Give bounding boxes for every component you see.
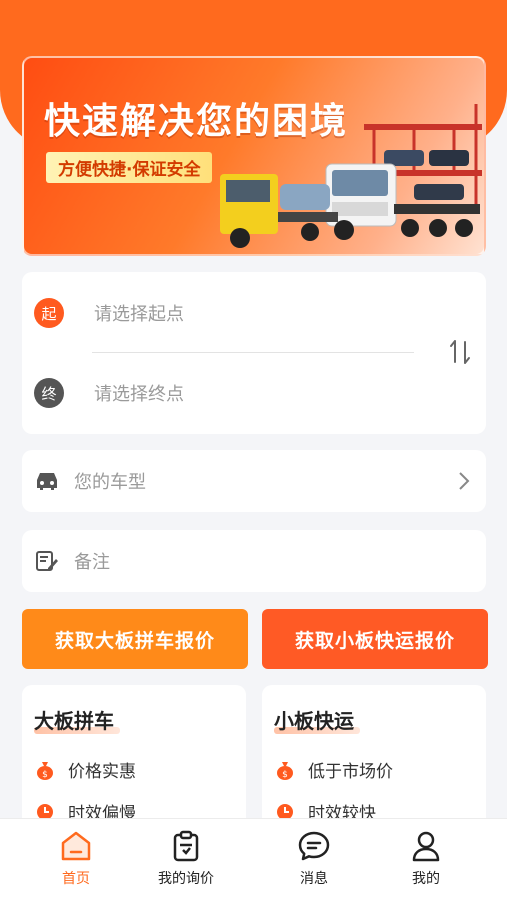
tab-profile-label: 我的 bbox=[412, 871, 440, 887]
list-item: $ 价格实惠 bbox=[36, 757, 136, 782]
vehicle-type-field[interactable]: 您的车型 bbox=[22, 450, 486, 512]
banner-subtitle: 方便快捷·保证安全 bbox=[46, 152, 213, 183]
route-card: 起 请选择起点 终 请选择终点 bbox=[22, 272, 486, 434]
note-field[interactable]: 备注 bbox=[22, 530, 486, 592]
start-point-input[interactable]: 请选择起点 bbox=[94, 300, 184, 326]
end-point-row[interactable]: 终 请选择终点 bbox=[34, 378, 184, 408]
vehicle-type-placeholder: 您的车型 bbox=[74, 472, 146, 493]
car-carrier-trucks-illustration bbox=[220, 104, 482, 248]
note-placeholder: 备注 bbox=[74, 552, 110, 573]
big-board-title: 大板拼车 bbox=[34, 709, 114, 733]
money-bag-icon: $ bbox=[277, 761, 293, 780]
promo-banner[interactable]: 快速解决您的困境 方便快捷·保证安全 bbox=[22, 56, 486, 256]
bottom-tab-bar: 首页 我的询价 消息 我的 bbox=[0, 818, 507, 900]
swap-icon[interactable] bbox=[448, 338, 472, 366]
edit-note-icon bbox=[36, 551, 58, 571]
tab-profile[interactable]: 我的 bbox=[366, 829, 486, 888]
car-icon bbox=[37, 473, 57, 490]
chat-bubble-icon bbox=[298, 831, 330, 861]
big-board-feature-price: 价格实惠 bbox=[68, 762, 136, 782]
svg-text:$: $ bbox=[282, 770, 288, 780]
end-badge: 终 bbox=[34, 378, 64, 408]
start-badge: 起 bbox=[34, 298, 64, 328]
tab-my-inquiries-label: 我的询价 bbox=[158, 871, 214, 887]
big-board-quote-button[interactable]: 获取大板拼车报价 bbox=[22, 609, 248, 669]
svg-text:$: $ bbox=[42, 770, 48, 780]
clipboard-icon bbox=[173, 830, 199, 862]
money-bag-icon: $ bbox=[37, 761, 53, 780]
small-board-title: 小板快运 bbox=[274, 709, 354, 733]
tab-messages-label: 消息 bbox=[300, 871, 328, 887]
user-icon bbox=[412, 831, 440, 862]
end-point-input[interactable]: 请选择终点 bbox=[94, 380, 184, 406]
tab-my-inquiries[interactable]: 我的询价 bbox=[126, 829, 246, 888]
small-board-info-card: 小板快运 $ 低于市场价 时效较快 bbox=[262, 685, 486, 835]
list-item: $ 低于市场价 bbox=[276, 757, 393, 782]
small-board-quote-button[interactable]: 获取小板快运报价 bbox=[262, 609, 488, 669]
tab-home[interactable]: 首页 bbox=[16, 829, 136, 888]
chevron-right-icon bbox=[459, 472, 470, 490]
big-board-info-card: 大板拼车 $ 价格实惠 时效偏慢 bbox=[22, 685, 246, 835]
route-divider bbox=[92, 352, 414, 353]
home-icon bbox=[61, 831, 91, 861]
small-board-feature-price: 低于市场价 bbox=[308, 762, 393, 782]
tab-messages[interactable]: 消息 bbox=[254, 829, 374, 888]
tab-home-label: 首页 bbox=[62, 871, 90, 887]
start-point-row[interactable]: 起 请选择起点 bbox=[34, 298, 184, 328]
